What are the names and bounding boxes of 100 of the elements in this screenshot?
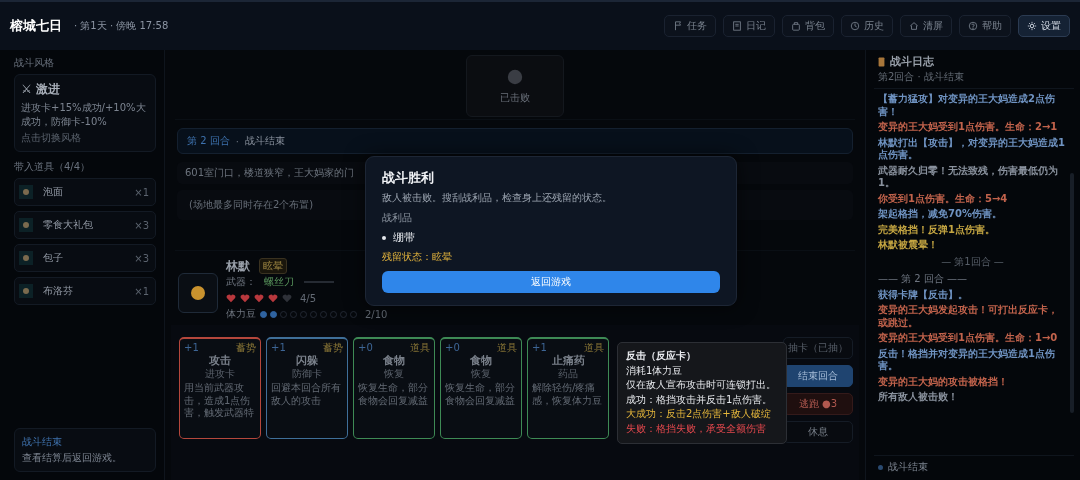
item-row[interactable]: 泡面 ×1 [14, 178, 156, 206]
card-cost: +1 [271, 341, 286, 354]
item-icon [19, 251, 33, 265]
item-row[interactable]: 零食大礼包 ×3 [14, 211, 156, 239]
card-type: 恢复 [470, 368, 492, 380]
item-count: ×3 [134, 252, 149, 264]
card-name: 闪躲 [295, 354, 319, 368]
weapon-label: 武器： [226, 275, 256, 289]
note-text: (场地最多同时存在2个布置) [189, 198, 314, 212]
card-cost: +0 [445, 341, 460, 354]
bullet-icon [382, 235, 386, 240]
card-cost: +1 [532, 341, 547, 354]
card-description: 恢复生命，部分食物会回复减益 [445, 382, 516, 407]
head-icon [188, 283, 208, 303]
card-description: 解除轻伤/疼痛感，恢复体力豆 [532, 382, 603, 407]
residual-label: 残留状态： [382, 251, 432, 262]
loot-item: 绷带 [393, 230, 415, 245]
item-name: 泡面 [43, 185, 63, 199]
item-count: ×3 [134, 219, 149, 231]
card-tag: 道具 [584, 341, 604, 354]
log-entry: 变异的王大妈受到1点伤害。生命：2→1 [878, 121, 1059, 134]
log-entry: 所有敌人被击败！ [878, 391, 959, 404]
item-icon [19, 284, 33, 298]
style-name: 激进 [35, 82, 60, 96]
head-icon [506, 67, 524, 86]
gear-icon [1027, 21, 1037, 31]
hp-reading: 4/5 [300, 292, 317, 304]
card[interactable]: +0 道具 食物 恢复 恢复生命，部分食物会回复减益 [440, 337, 522, 439]
card-name: 止痛药 [550, 354, 586, 368]
day-time: · 第1天 · 傍晚 17:58 [74, 19, 169, 33]
card-description: 用当前武器攻击，造成1点伤害，触发武器特 [184, 382, 255, 420]
round-state: 战斗结束 [244, 134, 285, 148]
section-heading: 战斗风格 [14, 56, 55, 70]
style-hint: 点击切换风格 [21, 131, 82, 145]
log-entry: 武器耐久归零！无法致残，伤害最低仍为1。 [878, 164, 1059, 190]
help-icon [968, 21, 978, 31]
tooltip-line: 消耗1体力豆 [626, 363, 684, 378]
nav-button[interactable]: 历史 [841, 15, 893, 37]
card[interactable]: +1 道具 止痛药 药品 解除轻伤/疼痛感，恢复体力豆 [527, 337, 609, 439]
nav-button[interactable]: 清屏 [900, 15, 952, 37]
tooltip-line: 失败：格挡失败，承受全额伤害 [626, 421, 767, 436]
status-dot [878, 464, 883, 470]
status-text: 查看结算后返回游戏。 [22, 451, 123, 465]
dialog-text: 敌人被击败。搜刮战利品，检查身上还残留的状态。 [382, 191, 613, 205]
item-icon [19, 185, 33, 199]
item-name: 布洛芬 [43, 284, 73, 298]
log-status: 战斗结束 [888, 460, 928, 474]
card[interactable]: +0 道具 食物 恢复 恢复生命，部分食物会回复减益 [353, 337, 435, 439]
card-type: 防御卡 [291, 368, 323, 380]
card-cost: +0 [358, 341, 373, 354]
nav-button[interactable]: 设置 [1018, 15, 1070, 37]
card[interactable]: +1 蓄势 攻击 进攻卡 用当前武器攻击，造成1点伤害，触发武器特 [179, 337, 261, 439]
item-count: ×1 [134, 186, 149, 198]
app-title: 榕城七日 [10, 17, 62, 35]
action-button[interactable]: 抽卡（已抽） [783, 337, 853, 359]
return-button[interactable]: 返回游戏 [382, 271, 720, 293]
section-heading: 带入道具（4/4） [14, 160, 92, 174]
log-entry: 你受到1点伤害。生命：5→4 [878, 192, 1009, 205]
card-type: 药品 [557, 368, 579, 380]
round-separator: —— 第 2 回合 —— [878, 271, 969, 286]
log-entry: 变异的王大妈的攻击被格挡！ [878, 375, 1009, 388]
log-entry: 林默打出【攻击】，对变异的王大妈造成1点伤害。 [878, 136, 1066, 162]
tooltip-line: 成功：格挡攻击并反击1点伤害。 [626, 392, 774, 407]
item-row[interactable]: 包子 ×3 [14, 244, 156, 272]
card-type: 进攻卡 [204, 368, 236, 380]
nav-button[interactable]: 任务 [664, 15, 716, 37]
log-entry: 变异的王大妈发起攻击！可打出反应卡，或跳过。 [878, 304, 1059, 329]
card-cost: +1 [184, 341, 199, 354]
enemy-status: 已击败 [500, 90, 530, 105]
log-entry: 【蓄力猛攻】对变异的王大妈造成2点伤害！ [878, 93, 1056, 118]
item-icon [19, 218, 33, 232]
card-tag: 道具 [497, 341, 517, 354]
item-count: ×1 [134, 285, 149, 297]
log-entry: 架起格挡，减免70%伤害。 [878, 208, 1003, 221]
status-tag: 眩晕 [259, 258, 287, 274]
swords-glyph: ⚔ [21, 82, 32, 96]
card-name: 食物 [382, 354, 406, 368]
card[interactable]: +1 蓄势 闪躲 防御卡 回避本回合所有敌人的攻击 [266, 337, 348, 439]
clock-icon [850, 21, 860, 31]
separator: · [235, 135, 239, 147]
card-name: 食物 [469, 354, 493, 368]
card-tag: 蓄势 [323, 341, 343, 354]
player-name: 林默 [226, 257, 250, 275]
home-icon [909, 21, 919, 31]
round-separator: — 第1回合 — [940, 254, 1005, 269]
item-row[interactable]: 布洛芬 ×1 [14, 277, 156, 305]
scroll-icon [878, 56, 885, 67]
weapon-name: 螺丝刀 [264, 275, 294, 289]
log-entry: 完美格挡！反弹1点伤害。 [878, 223, 996, 236]
log-title: 战斗日志 [890, 54, 934, 69]
loot-heading: 战利品 [382, 211, 413, 225]
item-name: 包子 [43, 251, 63, 265]
style-card[interactable]: ⚔ 激进 进攻卡+15%成功/+10%大成功，防御卡-10% 点击切换风格 [14, 74, 156, 152]
stamina-label: 体力豆 [226, 307, 256, 321]
nav-button[interactable]: 背包 [782, 15, 834, 37]
stamina-reading: 2/10 [365, 308, 388, 320]
item-name: 零食大礼包 [43, 218, 93, 232]
book-icon [732, 21, 742, 31]
nav-button[interactable]: 帮助 [959, 15, 1011, 37]
nav-button[interactable]: 日记 [723, 15, 775, 37]
